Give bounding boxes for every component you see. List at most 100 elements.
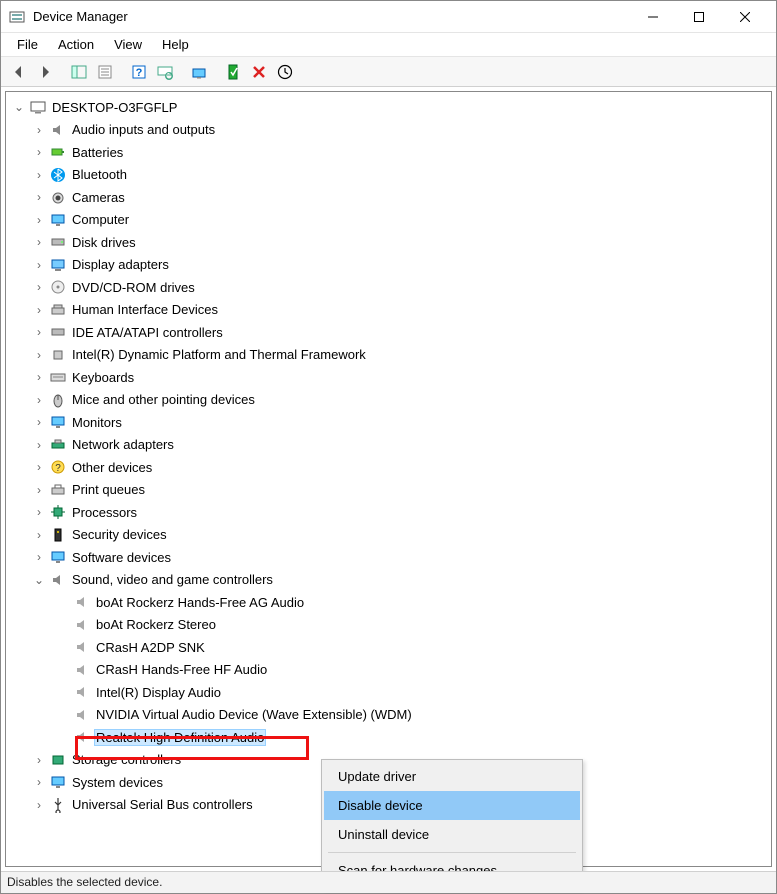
category-label: Sound, video and game controllers [70,571,275,588]
speaker-icon [73,639,91,655]
device-realtek[interactable]: Realtek High Definition Audio [6,726,771,749]
chevron-right-icon[interactable]: › [32,753,46,767]
device-crash-a2dp[interactable]: CRasH A2DP SNK [6,636,771,659]
chevron-right-icon[interactable]: › [32,348,46,362]
category-network[interactable]: ›Network adapters [6,434,771,457]
chevron-right-icon[interactable]: › [32,190,46,204]
unknown-icon: ? [49,459,67,475]
battery-icon [49,144,67,160]
tree-root[interactable]: ⌄ DESKTOP-O3FGFLP [6,96,771,119]
category-label: Human Interface Devices [70,301,220,318]
enable-device-button[interactable] [221,60,245,84]
statusbar-text: Disables the selected device. [7,875,162,889]
minimize-button[interactable] [630,1,676,33]
uninstall-device-button[interactable] [247,60,271,84]
speaker-icon [73,684,91,700]
category-ide[interactable]: ›IDE ATA/ATAPI controllers [6,321,771,344]
category-cameras[interactable]: › Cameras [6,186,771,209]
category-label: Storage controllers [70,751,183,768]
chevron-right-icon[interactable]: › [32,168,46,182]
category-intel-dptf[interactable]: ›Intel(R) Dynamic Platform and Thermal F… [6,344,771,367]
category-label: Monitors [70,414,124,431]
category-disk[interactable]: ›Disk drives [6,231,771,254]
device-boat-stereo[interactable]: boAt Rockerz Stereo [6,614,771,637]
device-nvidia-vad[interactable]: NVIDIA Virtual Audio Device (Wave Extens… [6,704,771,727]
chevron-right-icon[interactable]: › [32,145,46,159]
chevron-right-icon[interactable]: › [32,280,46,294]
chevron-right-icon[interactable]: › [32,528,46,542]
category-keyboards[interactable]: › Keyboards [6,366,771,389]
chevron-right-icon[interactable]: › [32,123,46,137]
speaker-icon [73,707,91,723]
chevron-right-icon[interactable]: › [32,325,46,339]
device-intel-display-audio[interactable]: Intel(R) Display Audio [6,681,771,704]
speaker-icon [49,572,67,588]
chevron-right-icon[interactable]: › [32,483,46,497]
menu-view[interactable]: View [106,35,150,54]
category-bluetooth[interactable]: ›Bluetooth [6,164,771,187]
chevron-right-icon[interactable]: › [32,550,46,564]
category-batteries[interactable]: ›Batteries [6,141,771,164]
category-mice[interactable]: › Mice and other pointing devices [6,389,771,412]
dvd-icon [49,279,67,295]
forward-button[interactable] [33,60,57,84]
device-crash-hf[interactable]: CRasH Hands-Free HF Audio [6,659,771,682]
menu-help[interactable]: Help [154,35,197,54]
category-label: Keyboards [70,369,136,386]
app-icon [9,9,25,25]
ctx-disable-device[interactable]: Disable device [324,791,580,820]
chevron-right-icon[interactable]: › [32,213,46,227]
speaker-icon [73,617,91,633]
chevron-right-icon[interactable]: › [32,775,46,789]
category-label: Cameras [70,189,127,206]
category-security[interactable]: ›Security devices [6,524,771,547]
category-sound[interactable]: ⌄ Sound, video and game controllers [6,569,771,592]
device-tree[interactable]: ⌄ DESKTOP-O3FGFLP › Audio inputs and outp… [5,91,772,867]
show-hide-tree-button[interactable] [67,60,91,84]
category-label: Print queues [70,481,147,498]
close-button[interactable] [722,1,768,33]
category-label: Audio inputs and outputs [70,121,217,138]
chevron-right-icon[interactable]: › [32,258,46,272]
chevron-right-icon[interactable]: › [32,370,46,384]
category-software[interactable]: ›Software devices [6,546,771,569]
category-audio-io[interactable]: › Audio inputs and outputs [6,119,771,142]
ctx-uninstall-device[interactable]: Uninstall device [324,820,580,849]
chevron-down-icon[interactable]: ⌄ [12,100,26,114]
menu-file[interactable]: File [9,35,46,54]
category-monitors[interactable]: › Monitors [6,411,771,434]
category-other[interactable]: ›?Other devices [6,456,771,479]
category-dvd[interactable]: ›DVD/CD-ROM drives [6,276,771,299]
category-processors[interactable]: ›Processors [6,501,771,524]
properties-button[interactable] [93,60,117,84]
update-driver-button[interactable] [187,60,211,84]
category-label: Other devices [70,459,154,476]
hid-icon [49,302,67,318]
speaker-icon [49,122,67,138]
menu-action[interactable]: Action [50,35,102,54]
svg-text:?: ? [136,67,143,79]
category-computer[interactable]: ›Computer [6,209,771,232]
category-hid[interactable]: › Human Interface Devices [6,299,771,322]
chevron-right-icon[interactable]: › [32,235,46,249]
category-display[interactable]: ›Display adapters [6,254,771,277]
device-boat-ag[interactable]: boAt Rockerz Hands-Free AG Audio [6,591,771,614]
chevron-right-icon[interactable]: › [32,415,46,429]
chevron-down-icon[interactable]: ⌄ [32,573,46,587]
chevron-right-icon[interactable]: › [32,438,46,452]
security-icon [49,527,67,543]
category-label: Mice and other pointing devices [70,391,257,408]
chevron-right-icon[interactable]: › [32,505,46,519]
device-label: Realtek High Definition Audio [94,729,266,746]
chevron-right-icon[interactable]: › [32,460,46,474]
scan-hardware-button[interactable] [153,60,177,84]
ctx-update-driver[interactable]: Update driver [324,762,580,791]
help-button[interactable]: ? [127,60,151,84]
back-button[interactable] [7,60,31,84]
category-print[interactable]: › Print queues [6,479,771,502]
chevron-right-icon[interactable]: › [32,393,46,407]
chevron-right-icon[interactable]: › [32,303,46,317]
disable-device-button[interactable] [273,60,297,84]
maximize-button[interactable] [676,1,722,33]
chevron-right-icon[interactable]: › [32,798,46,812]
